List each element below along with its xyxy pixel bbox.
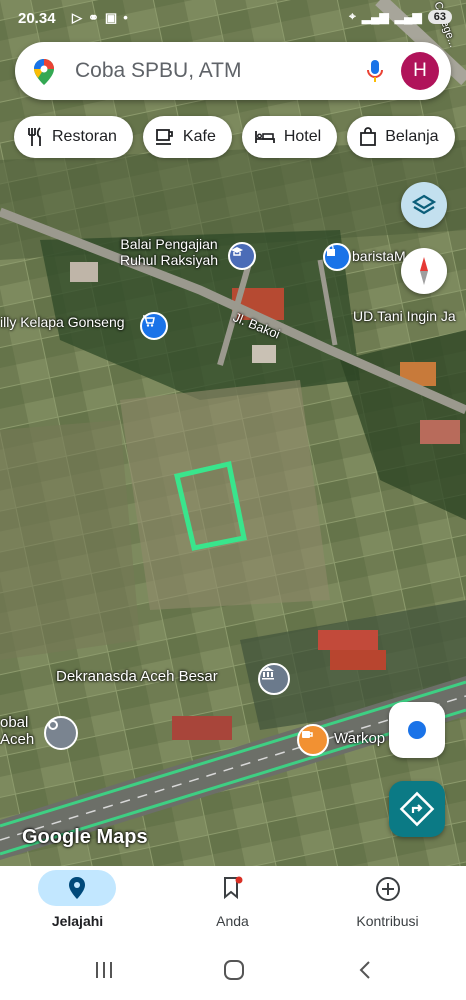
restaurant-icon [28,127,41,146]
nav-label: Anda [216,913,249,929]
add-circle-icon [376,877,400,901]
signal-icon: ▂▄▆ [394,9,422,24]
nav-contribute[interactable]: Kontribusi [310,866,465,940]
nav-label: Kontribusi [356,913,419,929]
place-label-balai[interactable]: Balai Pengajian Ruhul Raksiyah [120,236,218,268]
chip-restaurant[interactable]: Restoran [14,116,133,158]
bottom-navigation: Jelajahi Anda Kontribusi [0,866,466,940]
layers-button[interactable] [401,182,447,228]
google-maps-logo-icon [34,59,54,85]
microphone-icon[interactable] [365,58,385,84]
shopping-cart-icon[interactable] [140,312,168,340]
school-icon[interactable] [228,242,256,270]
museum-icon[interactable] [258,663,290,695]
hotel-icon [254,131,275,143]
search-input[interactable]: Coba SPBU, ATM [75,59,242,83]
home-icon[interactable] [222,958,246,982]
chip-cafe[interactable]: Kafe [142,116,232,158]
back-icon[interactable] [356,960,374,980]
place-label-obal-aceh[interactable]: obal Aceh [0,714,34,748]
status-bar: 20.34 ▷⚭▣• ⌖ ▂▄▆ ▂▄▆ 63 [0,0,466,36]
place-label-ud-tani[interactable]: UD.Tani Ingin Ja [353,308,456,324]
signal-icon: ▂▄▆ [361,9,389,24]
place-pin-icon[interactable] [44,716,78,750]
place-label-barista[interactable]: baristaM [352,248,406,264]
cast-icon: ▷ [72,10,88,25]
place-label-kelapa-gonseng[interactable]: illy Kelapa Gonseng [0,314,125,330]
chip-label: Hotel [283,128,322,145]
recent-apps-icon[interactable] [94,960,114,980]
location-icon: ⌖ [349,9,356,23]
status-system-icons: ⌖ ▂▄▆ ▂▄▆ 63 [349,9,452,24]
dot-icon: • [123,10,134,25]
coffee-icon[interactable] [297,724,329,756]
shop-icon: ▣ [104,10,124,25]
nav-explore[interactable]: Jelajahi [0,866,155,940]
my-location-button[interactable] [389,702,445,758]
chip-label: Kafe [182,128,216,145]
chip-label: Belanja [385,128,439,145]
bookmark-icon [224,876,243,900]
nav-you[interactable]: Anda [155,866,310,940]
shopping-icon [360,127,377,146]
status-notification-icons: ▷⚭▣• [72,10,134,26]
place-label-dekranasda[interactable]: Dekranasda Aceh Besar [56,668,218,685]
compass-icon [420,257,428,285]
usb-icon: ⚭ [88,10,105,25]
chip-hotel[interactable]: Hotel [241,116,338,158]
status-time: 20.34 [18,10,56,27]
system-navigation-bar [0,940,466,1000]
directions-icon [399,791,435,827]
search-bar[interactable]: Coba SPBU, ATM H [15,42,451,100]
chip-label: Restoran [52,128,117,145]
my-location-icon [405,718,429,742]
cafe-icon [155,129,173,145]
chip-shopping[interactable]: Belanja [347,116,455,158]
google-maps-attribution: Google Maps [22,826,148,848]
shopping-icon[interactable] [323,243,351,271]
account-avatar[interactable]: H [401,52,439,90]
nav-label: Jelajahi [51,913,104,929]
battery-icon: 63 [427,9,452,24]
layers-icon [411,194,437,215]
location-pin-icon [69,877,85,899]
directions-button[interactable] [389,781,445,837]
category-chips: Restoran Kafe Hotel Belanja [14,116,455,158]
compass-button[interactable] [401,248,447,294]
